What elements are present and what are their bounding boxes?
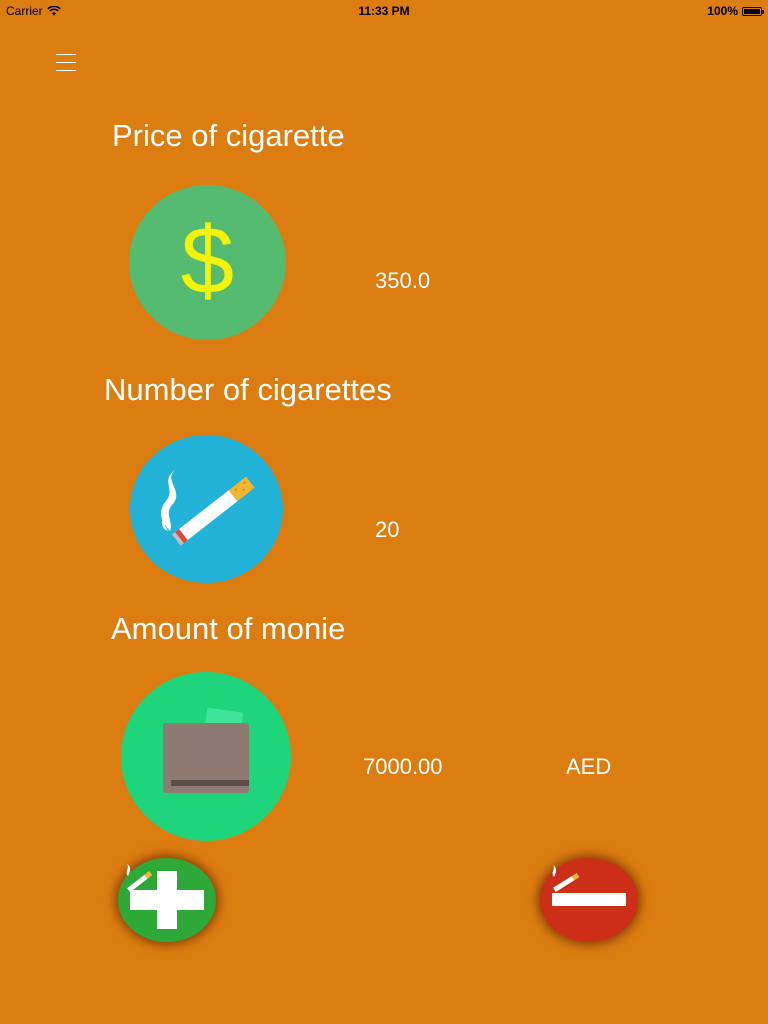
status-time: 11:33 PM bbox=[358, 4, 410, 18]
wallet-icon bbox=[163, 707, 249, 793]
menu-line bbox=[56, 70, 76, 71]
status-right: 100% bbox=[707, 4, 764, 18]
menu-line bbox=[56, 54, 76, 55]
price-title: Price of cigarette bbox=[112, 118, 345, 153]
price-icon-circle: $ bbox=[129, 185, 286, 340]
remove-cigarette-icon bbox=[552, 865, 626, 906]
currency-label[interactable]: AED bbox=[566, 754, 611, 780]
remove-cigarette-button[interactable] bbox=[540, 858, 638, 942]
dollar-icon: $ bbox=[180, 207, 235, 314]
amount-title: Amount of monie bbox=[111, 611, 346, 646]
amount-value[interactable]: 7000.00 bbox=[363, 754, 443, 780]
count-title: Number of cigarettes bbox=[104, 372, 392, 407]
hamburger-menu-icon[interactable] bbox=[56, 54, 78, 74]
battery-level bbox=[744, 8, 760, 14]
amount-icon-circle bbox=[121, 672, 291, 841]
price-value[interactable]: 350.0 bbox=[375, 268, 430, 294]
add-cigarette-button[interactable] bbox=[118, 858, 216, 942]
status-bar: Carrier 11:33 PM 100% bbox=[0, 0, 768, 22]
menu-line bbox=[56, 62, 76, 63]
battery-icon bbox=[742, 6, 764, 16]
add-cigarette-icon bbox=[126, 864, 204, 929]
battery-percent: 100% bbox=[707, 4, 738, 18]
count-value[interactable]: 20 bbox=[375, 517, 399, 543]
count-icon-circle bbox=[130, 435, 283, 583]
cigarette-icon bbox=[161, 470, 255, 546]
